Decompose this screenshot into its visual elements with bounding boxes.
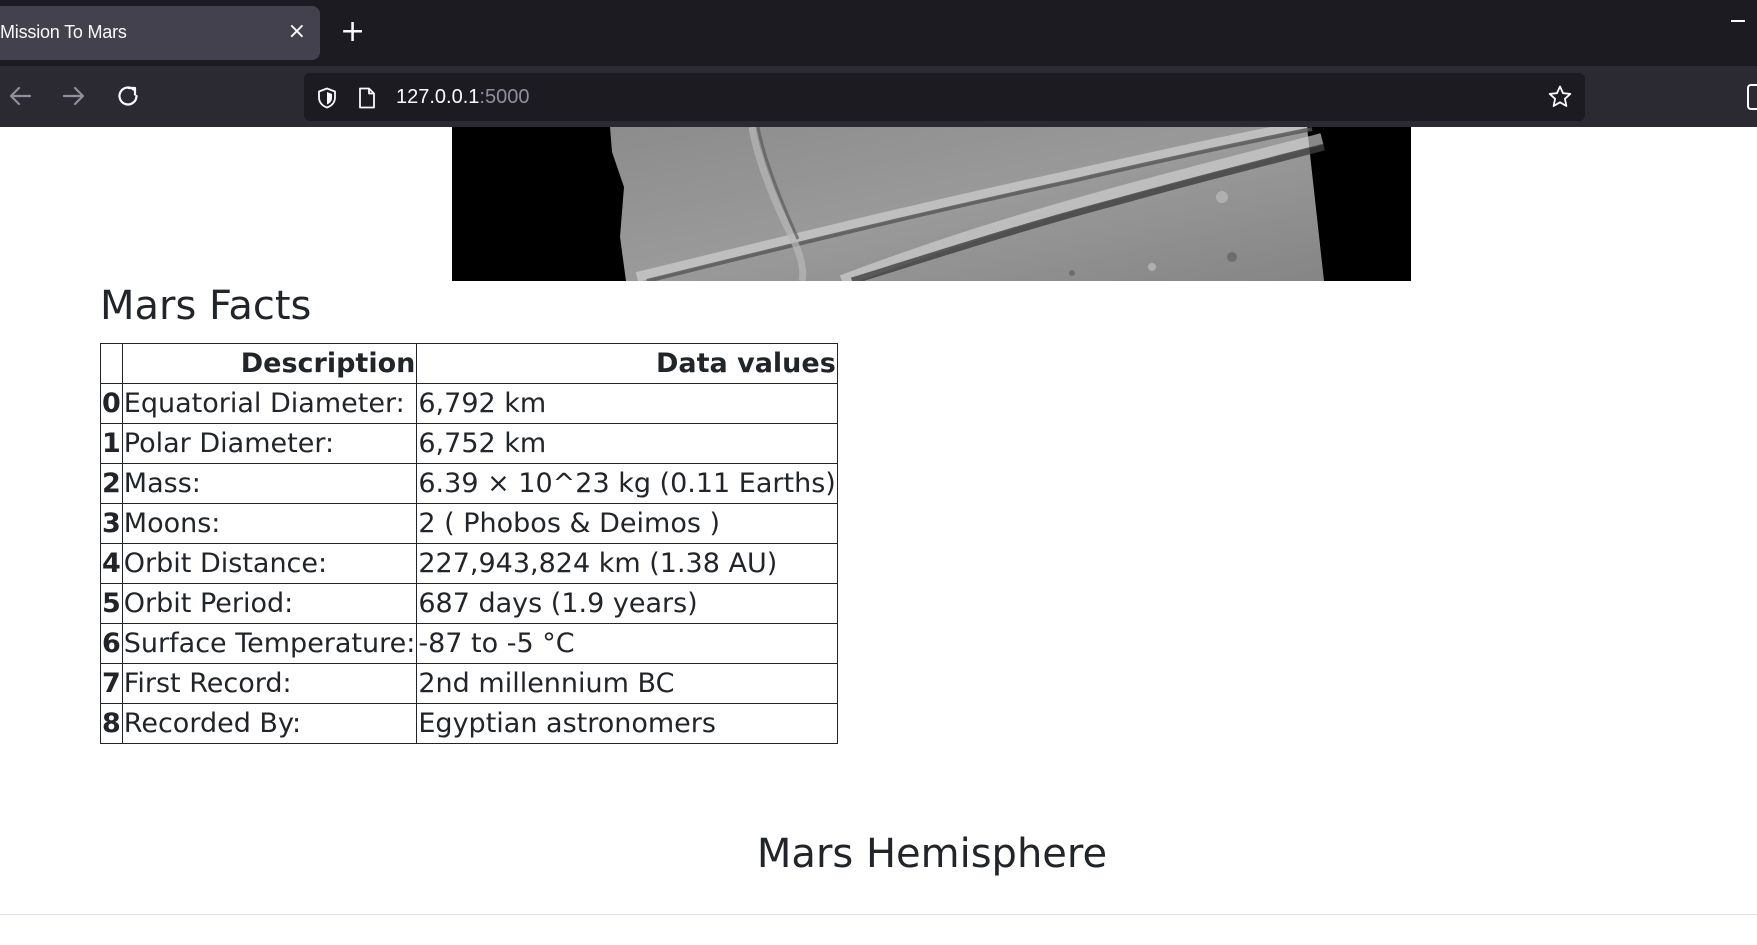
row-index: 6 — [100, 623, 123, 664]
data-values-header: Data values — [416, 343, 838, 384]
new-tab-button[interactable]: + — [340, 14, 365, 50]
tab-strip: Mission To Mars × + — [0, 0, 1757, 66]
row-description: Orbit Distance: — [121, 543, 418, 584]
featured-mars-image — [452, 127, 1411, 281]
mars-hemisphere-heading: Mars Hemisphere — [756, 831, 1108, 877]
shield-icon[interactable] — [315, 86, 339, 110]
table-row: 7 First Record: 2nd millennium BC — [100, 663, 838, 704]
row-description: Mass: — [121, 463, 418, 504]
row-value: 6,752 km — [416, 423, 838, 464]
star-icon[interactable] — [1547, 84, 1573, 110]
row-index: 7 — [100, 663, 123, 704]
mars-surface-image — [452, 127, 1411, 281]
table-row: 0 Equatorial Diameter: 6,792 km — [100, 383, 838, 424]
row-value: -87 to -5 °C — [416, 623, 838, 664]
row-description: Orbit Period: — [121, 583, 418, 624]
table-row: 4 Orbit Distance: 227,943,824 km (1.38 A… — [100, 543, 838, 584]
url-host: 127.0.0.1 — [396, 86, 480, 108]
index-header — [100, 343, 123, 384]
tab-mission-to-mars[interactable]: Mission To Mars × — [0, 6, 320, 60]
mars-facts-table: Description Data values 0 Equatorial Dia… — [100, 343, 838, 744]
table-row: 8 Recorded By: Egyptian astronomers — [100, 703, 838, 744]
table-row: 6 Surface Temperature: -87 to -5 °C — [100, 623, 838, 664]
close-tab-icon[interactable]: × — [288, 19, 306, 45]
description-header: Description — [121, 343, 418, 384]
row-value: 2nd millennium BC — [416, 663, 838, 704]
row-value: 687 days (1.9 years) — [416, 583, 838, 624]
table-row: 2 Mass: 6.39 × 10^23 kg (0.11 Earths) — [100, 463, 838, 504]
row-description: Recorded By: — [121, 703, 418, 744]
tab-title: Mission To Mars — [0, 22, 127, 42]
row-description: Moons: — [121, 503, 418, 544]
table-row: 1 Polar Diameter: 6,752 km — [100, 423, 838, 464]
mars-facts-heading: Mars Facts — [100, 283, 312, 329]
row-index: 0 — [100, 383, 123, 424]
divider — [0, 914, 1757, 915]
table-header-row: Description Data values — [100, 343, 838, 384]
row-index: 1 — [100, 423, 123, 464]
row-value: 2 ( Phobos & Deimos ) — [416, 503, 838, 544]
row-description: Surface Temperature: — [121, 623, 418, 664]
back-arrow-icon[interactable] — [4, 80, 36, 112]
table-row: 3 Moons: 2 ( Phobos & Deimos ) — [100, 503, 838, 544]
row-index: 4 — [100, 543, 123, 584]
url-port: :5000 — [479, 86, 530, 108]
row-index: 5 — [100, 583, 123, 624]
page-icon — [359, 87, 375, 109]
forward-arrow-icon[interactable] — [58, 80, 90, 112]
minimize-icon[interactable] — [1731, 20, 1745, 22]
row-description: Equatorial Diameter: — [121, 383, 418, 424]
row-description: First Record: — [121, 663, 418, 704]
row-index: 3 — [100, 503, 123, 544]
nav-bar: 127.0.0.1:5000 — [0, 66, 1757, 127]
reload-icon[interactable] — [112, 80, 144, 112]
row-value: 6.39 × 10^23 kg (0.11 Earths) — [416, 463, 838, 504]
row-index: 8 — [100, 703, 123, 744]
url-text[interactable]: 127.0.0.1:5000 — [396, 86, 529, 109]
extensions-icon[interactable] — [1747, 84, 1757, 110]
row-index: 2 — [100, 463, 123, 504]
table-row: 5 Orbit Period: 687 days (1.9 years) — [100, 583, 838, 624]
row-description: Polar Diameter: — [121, 423, 418, 464]
address-bar[interactable]: 127.0.0.1:5000 — [304, 73, 1585, 121]
row-value: 6,792 km — [416, 383, 838, 424]
row-value: Egyptian astronomers — [416, 703, 838, 744]
row-value: 227,943,824 km (1.38 AU) — [416, 543, 838, 584]
